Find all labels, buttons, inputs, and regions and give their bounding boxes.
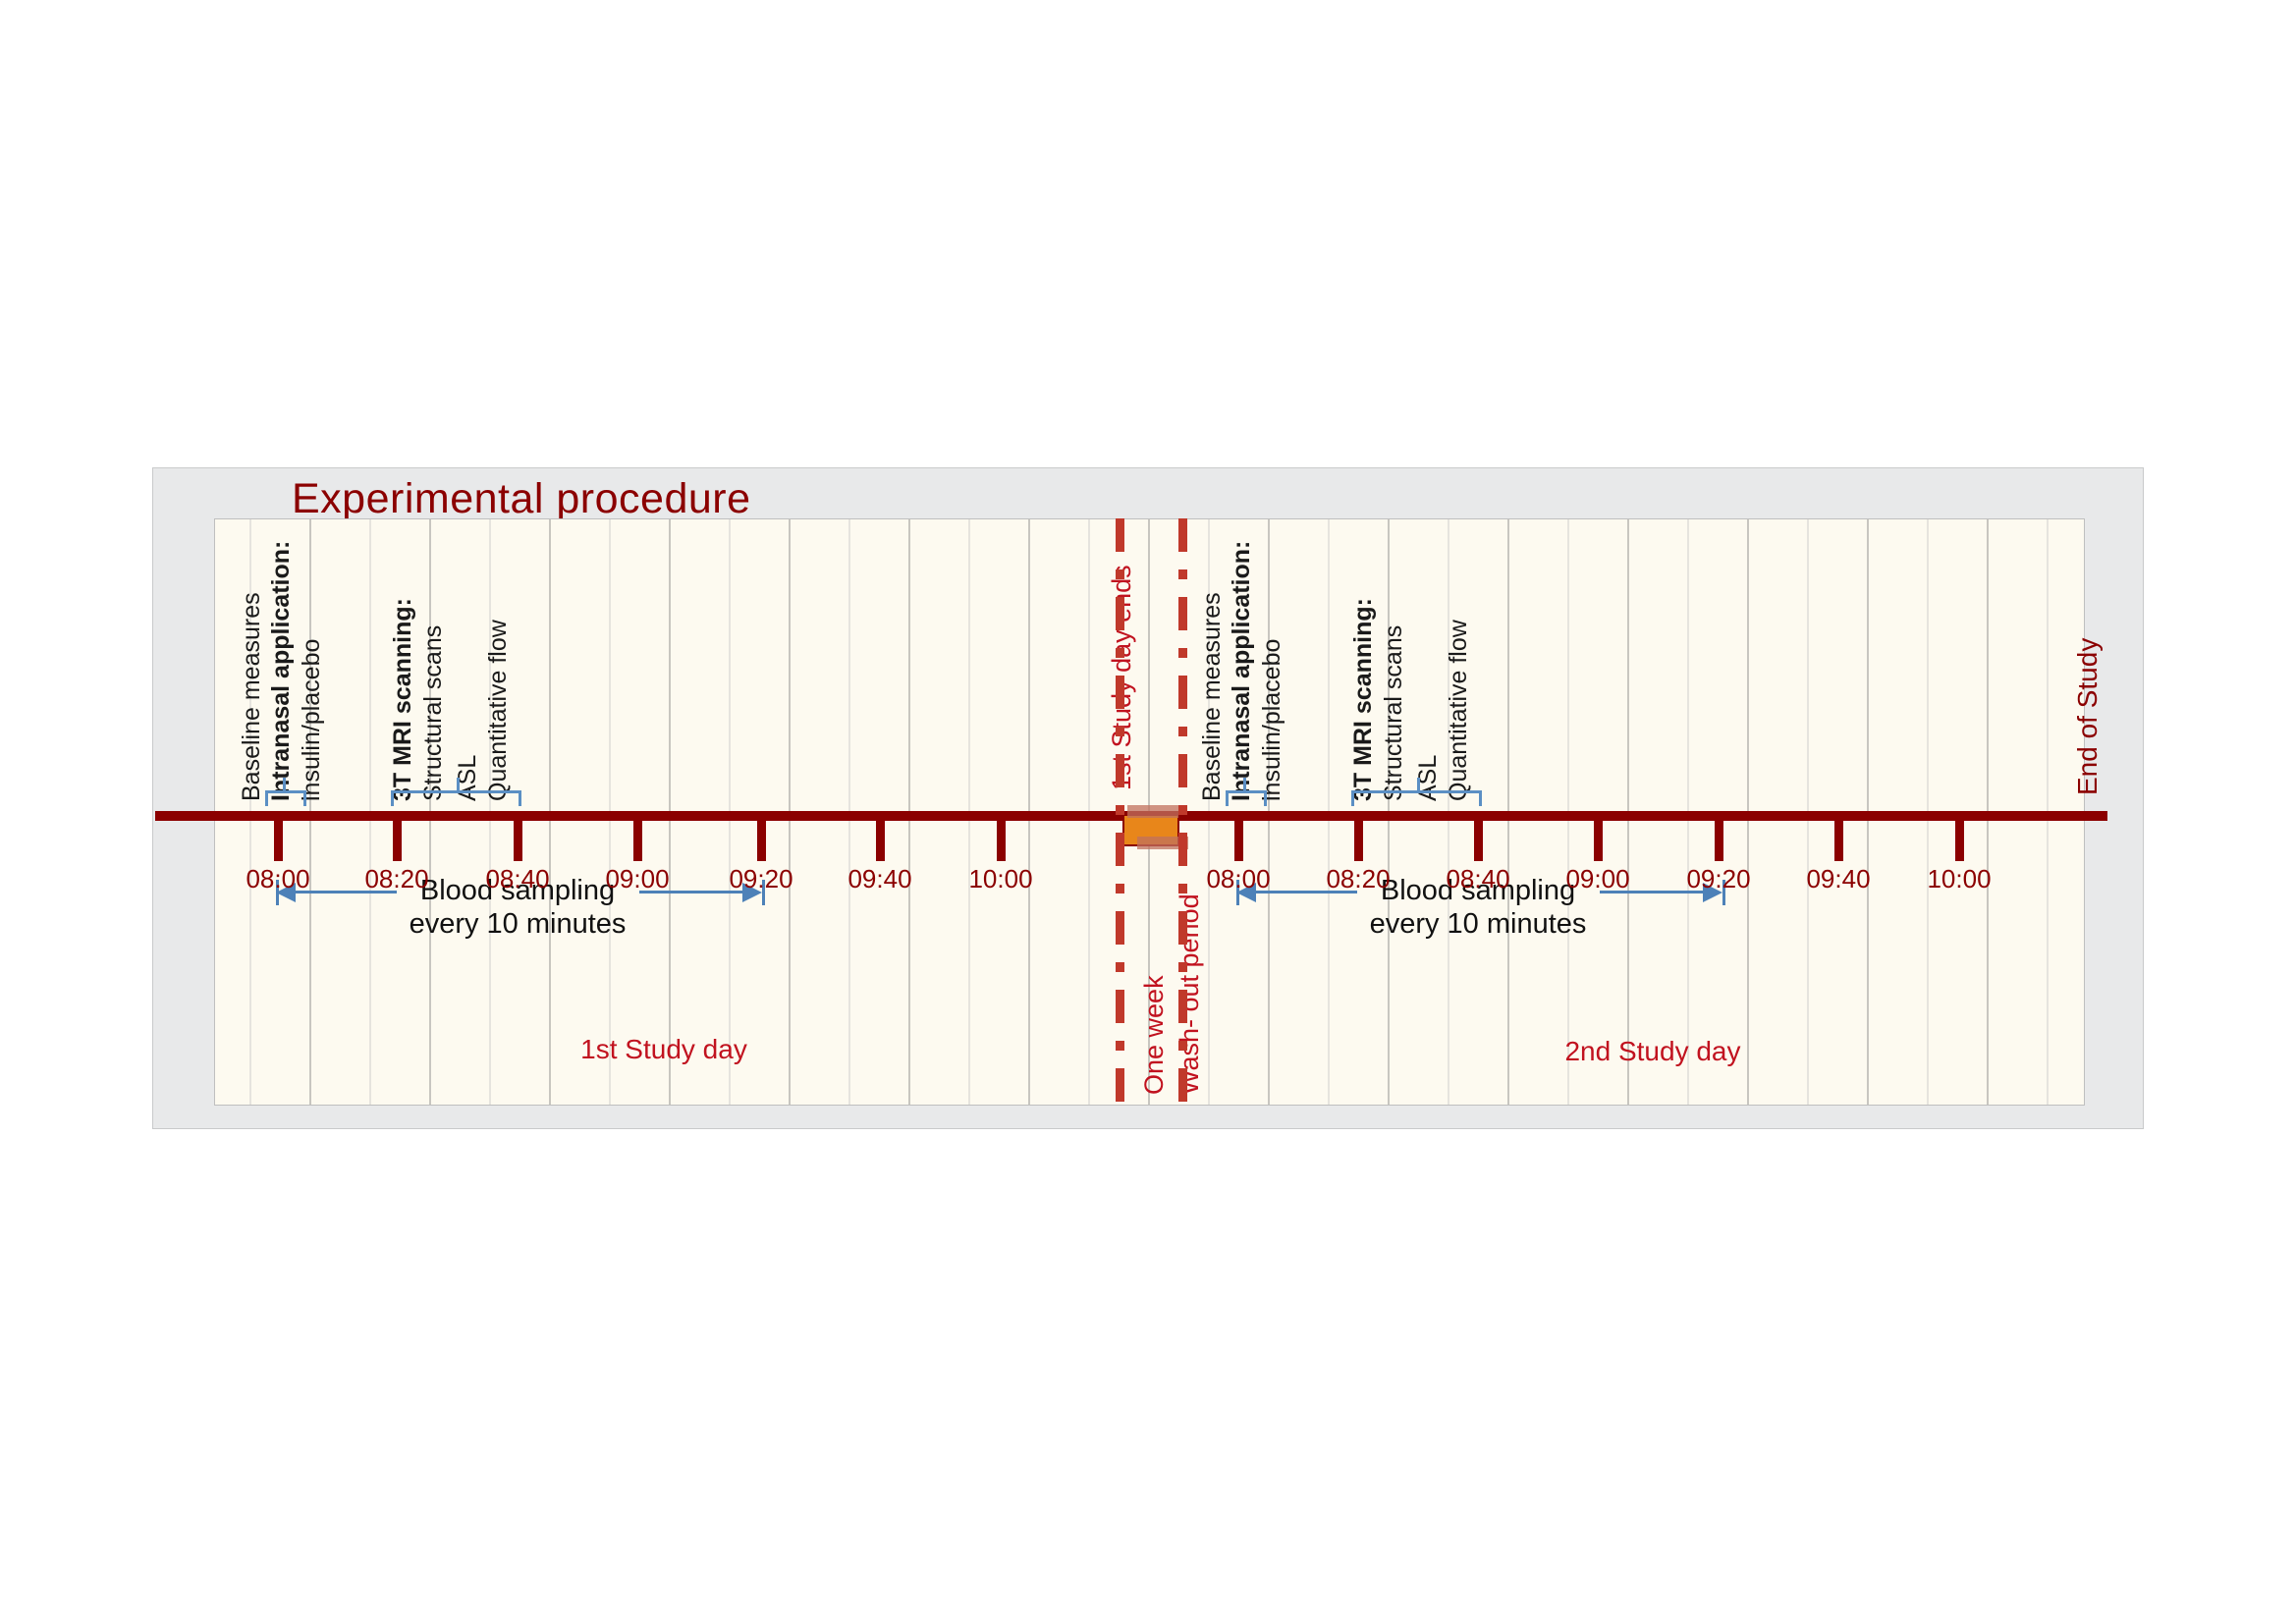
axis-tick [1474, 817, 1483, 861]
washout-overlay-top [1127, 805, 1178, 818]
axis-tick [514, 817, 522, 861]
day1-time-label: 08:20 [364, 864, 429, 893]
day1-time-label: 08:40 [485, 864, 550, 893]
day1-sampling-line2: every 10 minutes [409, 908, 627, 941]
day2-time-label: 10:00 [1927, 864, 1992, 893]
day1-bracket-mri [391, 790, 521, 806]
axis-tick [1594, 817, 1603, 861]
page-title: Experimental procedure [292, 475, 751, 522]
day2-time-label: 08:40 [1446, 864, 1510, 893]
day1-time-label: 09:20 [729, 864, 793, 893]
day2-bracket-intranasal-stem [1243, 778, 1246, 790]
day1-label-baseline-measures: Baseline measures [238, 592, 265, 801]
day2-label-baseline-measures: Baseline measures [1198, 592, 1226, 801]
washout-separator-right [1178, 518, 1187, 1106]
day1-time-label: 08:00 [246, 864, 310, 893]
day2-bracket-intranasal [1226, 790, 1267, 806]
axis-tick [633, 817, 642, 861]
day1-bracket-intranasal-stem [283, 778, 286, 790]
axis-tick [997, 817, 1006, 861]
day1-label-insulin-placebo: insulin/placebo [298, 638, 325, 801]
day2-label-quantitative-flow: Quantitative flow [1445, 620, 1472, 801]
day2-label-structural-scans: Structural scans [1380, 624, 1407, 801]
day2-time-label: 08:00 [1206, 864, 1271, 893]
day2-label-insulin-placebo: insulin/placebo [1258, 638, 1285, 801]
washout-separator-left [1116, 518, 1124, 1106]
day2-bracket-mri [1351, 790, 1482, 806]
end-of-study-label: End of Study [2072, 637, 2103, 795]
axis-tick [1955, 817, 1964, 861]
day2-label-intranasal: Intranasal application: [1228, 540, 1255, 801]
day2-bracket-mri-stem [1417, 778, 1420, 790]
day2-time-label: 09:40 [1806, 864, 1871, 893]
axis-tick [393, 817, 402, 861]
axis-tick [757, 817, 766, 861]
day1-caption: 1st Study day [580, 1034, 747, 1064]
day2-sampling-line2: every 10 minutes [1369, 908, 1587, 941]
day2-time-label: 09:00 [1565, 864, 1630, 893]
day1-time-label: 09:00 [605, 864, 670, 893]
axis-tick [1834, 817, 1843, 861]
day2-time-label: 09:20 [1686, 864, 1751, 893]
day1-time-label: 10:00 [968, 864, 1033, 893]
figure-canvas: Experimental procedure Baseline measures… [0, 0, 2296, 1624]
day1-bracket-intranasal [265, 790, 306, 806]
axis-tick [1234, 817, 1243, 861]
day1-bracket-mri-stem [457, 778, 460, 790]
axis-tick [274, 817, 283, 861]
day2-caption: 2nd Study day [1564, 1036, 1741, 1066]
day2-time-label: 08:20 [1326, 864, 1391, 893]
day1-time-label: 09:40 [847, 864, 912, 893]
axis-tick [876, 817, 885, 861]
day1-label-quantitative-flow: Quantitative flow [484, 620, 512, 801]
day1-label-structural-scans: Structural scans [419, 624, 447, 801]
day1-label-intranasal: Intranasal application: [267, 540, 295, 801]
axis-tick [1715, 817, 1723, 861]
axis-tick [1354, 817, 1363, 861]
washout-label-one-week: One week [1139, 975, 1169, 1095]
day2-label-3t-mri-scanning: 3T MRI scanning: [1349, 598, 1377, 801]
day1-label-3t-mri-scanning: 3T MRI scanning: [389, 598, 416, 801]
